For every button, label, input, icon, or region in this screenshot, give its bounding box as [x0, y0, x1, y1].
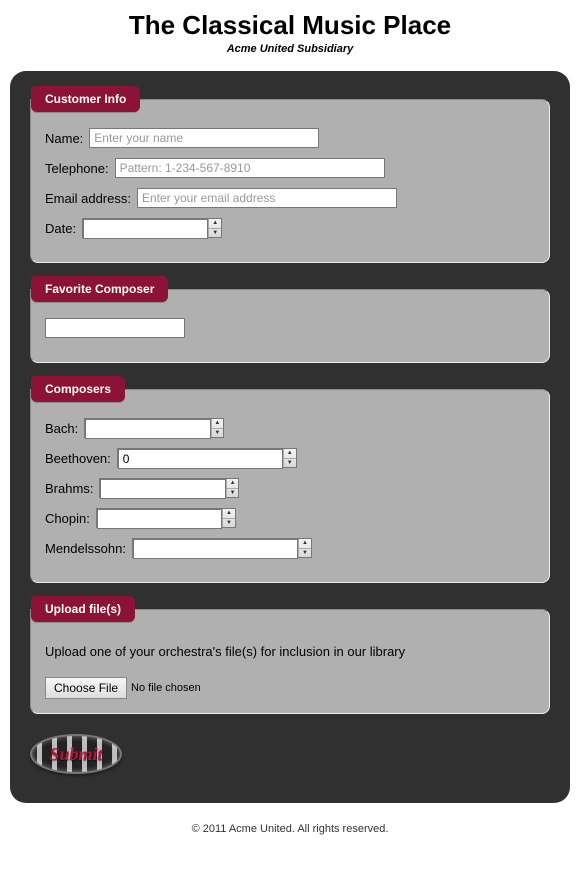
- composer-label-bach: Bach:: [45, 421, 78, 436]
- page-header: The Classical Music Place Acme United Su…: [0, 0, 580, 61]
- mendelssohn-input[interactable]: [133, 539, 298, 559]
- composer-label-chopin: Chopin:: [45, 511, 90, 526]
- beethoven-spin-controls[interactable]: ▲▼: [283, 449, 296, 467]
- upload-description: Upload one of your orchestra's file(s) f…: [45, 644, 535, 659]
- date-label: Date:: [45, 221, 76, 236]
- composer-label-beethoven: Beethoven:: [45, 451, 111, 466]
- mendelssohn-stepper[interactable]: ▲▼: [132, 538, 312, 558]
- date-spin-controls[interactable]: ▲▼: [208, 219, 221, 237]
- composers-fieldset: Composers Bach: ▲▼ Beethoven: ▲▼ Brahms:…: [30, 389, 550, 583]
- bach-input[interactable]: [85, 419, 210, 439]
- name-label: Name:: [45, 131, 83, 146]
- upload-legend: Upload file(s): [31, 596, 135, 622]
- brahms-stepper[interactable]: ▲▼: [99, 478, 239, 498]
- composers-legend: Composers: [31, 376, 125, 402]
- composer-label-mendelssohn: Mendelssohn:: [45, 541, 126, 556]
- choose-file-button[interactable]: Choose File: [45, 677, 127, 699]
- customer-info-fieldset: Customer Info Name: Telephone: Email add…: [30, 99, 550, 263]
- customer-info-legend: Customer Info: [31, 86, 140, 112]
- telephone-label: Telephone:: [45, 161, 109, 176]
- email-label: Email address:: [45, 191, 131, 206]
- favorite-composer-input[interactable]: [45, 318, 185, 338]
- telephone-input[interactable]: [115, 158, 385, 178]
- submit-button-label: Submit: [32, 736, 120, 772]
- composer-label-brahms: Brahms:: [45, 481, 93, 496]
- beethoven-stepper[interactable]: ▲▼: [117, 448, 297, 468]
- page-subtitle: Acme United Subsidiary: [0, 43, 580, 55]
- bach-stepper[interactable]: ▲▼: [84, 418, 224, 438]
- mendelssohn-spin-controls[interactable]: ▲▼: [298, 539, 311, 557]
- email-input[interactable]: [137, 188, 397, 208]
- date-stepper[interactable]: ▲▼: [82, 218, 222, 238]
- page-title: The Classical Music Place: [0, 10, 580, 41]
- favorite-composer-legend: Favorite Composer: [31, 276, 168, 302]
- name-input[interactable]: [89, 128, 319, 148]
- file-status: No file chosen: [131, 682, 201, 694]
- beethoven-input[interactable]: [118, 449, 283, 469]
- submit-button[interactable]: Submit: [30, 734, 122, 774]
- bach-spin-controls[interactable]: ▲▼: [211, 419, 224, 437]
- footer: © 2011 Acme United. All rights reserved.: [0, 813, 580, 851]
- upload-fieldset: Upload file(s) Upload one of your orches…: [30, 609, 550, 714]
- chopin-input[interactable]: [97, 509, 222, 529]
- favorite-composer-fieldset: Favorite Composer: [30, 289, 550, 363]
- brahms-input[interactable]: [100, 479, 225, 499]
- date-input[interactable]: [83, 219, 208, 239]
- form-panel: Customer Info Name: Telephone: Email add…: [10, 71, 570, 803]
- chopin-stepper[interactable]: ▲▼: [96, 508, 236, 528]
- chopin-spin-controls[interactable]: ▲▼: [222, 509, 235, 527]
- brahms-spin-controls[interactable]: ▲▼: [226, 479, 239, 497]
